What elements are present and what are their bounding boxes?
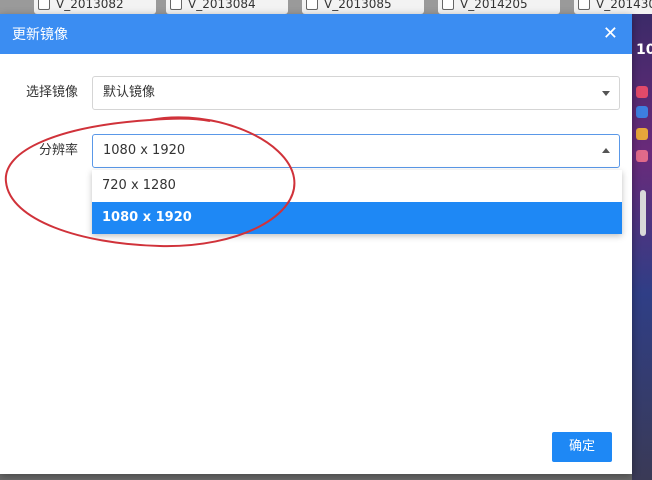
background-phone-preview: 10 <box>632 14 652 480</box>
update-image-dialog: 更新镜像 ✕ 选择镜像 默认镜像 分辨率 1080 x 1920 720 x 1… <box>0 14 632 474</box>
checkbox-icon[interactable] <box>442 0 454 10</box>
background-device-card[interactable]: V_2014306 <box>574 0 652 14</box>
resolution-option-1080x1920[interactable]: 1080 x 1920 <box>92 202 622 234</box>
background-device-card[interactable]: V_2013085 <box>302 0 424 14</box>
resolution-select-value: 1080 x 1920 <box>103 143 186 158</box>
background-device-label: V_2013085 <box>324 0 392 11</box>
image-select-value: 默认镜像 <box>103 85 156 100</box>
resolution-select-row: 分辨率 1080 x 1920 <box>0 134 632 168</box>
background-card-strip: V_2013082 V_2013084 V_2013085 V_2014205 … <box>0 0 652 14</box>
confirm-button[interactable]: 确定 <box>552 432 612 462</box>
dialog-header: 更新镜像 ✕ <box>0 14 632 54</box>
image-select-label: 选择镜像 <box>25 85 78 100</box>
checkbox-icon[interactable] <box>306 0 318 10</box>
chevron-down-icon <box>602 91 610 96</box>
resolution-option-720x1280[interactable]: 720 x 1280 <box>92 170 622 202</box>
background-device-label: V_2013084 <box>188 0 256 11</box>
background-device-card[interactable]: V_2013084 <box>166 0 288 14</box>
close-icon[interactable]: ✕ <box>603 25 618 43</box>
chevron-up-icon <box>602 148 610 153</box>
resolution-dropdown: 720 x 1280 1080 x 1920 <box>92 170 622 234</box>
image-select[interactable]: 默认镜像 <box>92 76 620 110</box>
checkbox-icon[interactable] <box>38 0 50 10</box>
resolution-select[interactable]: 1080 x 1920 <box>92 134 620 168</box>
image-select-row: 选择镜像 默认镜像 <box>0 76 632 110</box>
dialog-title: 更新镜像 <box>12 27 68 43</box>
checkbox-icon[interactable] <box>170 0 182 10</box>
app-icon <box>636 128 648 140</box>
background-device-label: V_2013082 <box>56 0 124 11</box>
resolution-select-label: 分辨率 <box>38 143 78 158</box>
background-device-card[interactable]: V_2014205 <box>438 0 560 14</box>
background-device-card[interactable]: V_2013082 <box>34 0 156 14</box>
scrollbar[interactable] <box>640 190 646 236</box>
phone-clock: 10 <box>636 42 652 58</box>
app-icon <box>636 106 648 118</box>
app-icon <box>636 150 648 162</box>
background-device-label: V_2014205 <box>460 0 528 11</box>
checkbox-icon[interactable] <box>578 0 590 10</box>
background-device-label: V_2014306 <box>596 0 652 11</box>
app-icon <box>636 86 648 98</box>
